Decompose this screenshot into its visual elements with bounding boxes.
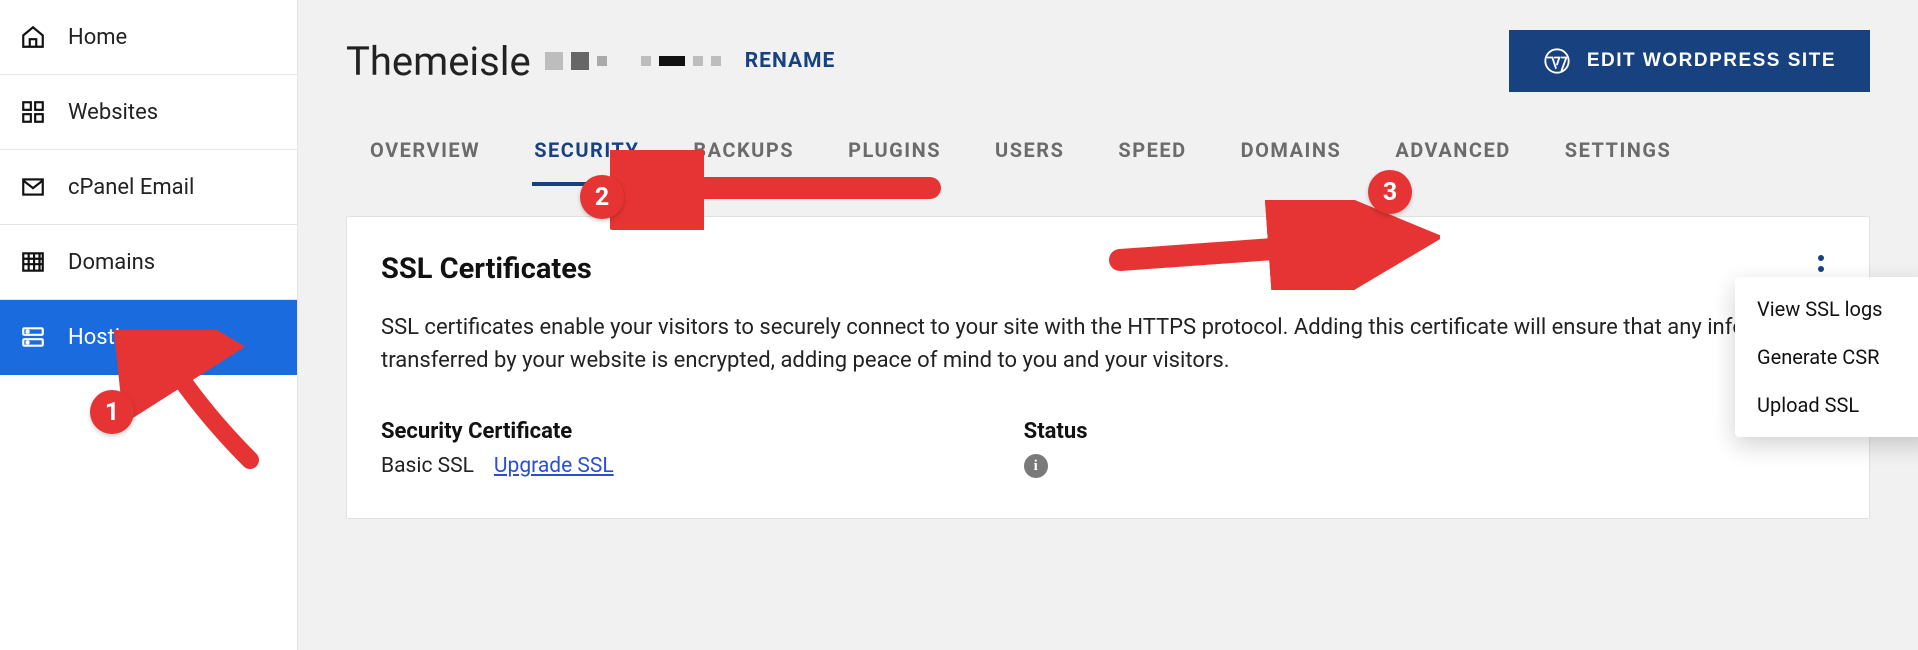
home-icon xyxy=(20,24,46,50)
annotation-badge-1: 1 xyxy=(90,390,134,434)
annotation-badge-2: 2 xyxy=(580,175,624,219)
page-header: Themeisle RENAME EDIT WORDPRESS SITE xyxy=(346,30,1870,92)
tabs: OVERVIEW SECURITY BACKUPS PLUGINS USERS … xyxy=(346,110,1870,186)
card-title: SSL Certificates xyxy=(381,252,592,286)
upgrade-ssl-link[interactable]: Upgrade SSL xyxy=(494,454,614,478)
site-title-group: Themeisle RENAME xyxy=(346,38,835,85)
tab-speed[interactable]: SPEED xyxy=(1116,132,1188,186)
sidebar-item-label: Websites xyxy=(68,100,158,125)
sidebar-item-home[interactable]: Home xyxy=(0,0,297,75)
sidebar-item-hosting[interactable]: Hosting xyxy=(0,300,297,375)
cert-value: Basic SSL xyxy=(381,454,474,478)
sidebar-item-domains[interactable]: Domains xyxy=(0,225,297,300)
ssl-certificates-card: SSL Certificates SSL certificates enable… xyxy=(346,216,1870,519)
info-icon[interactable]: i xyxy=(1024,454,1048,478)
sidebar-item-label: cPanel Email xyxy=(68,175,194,200)
tab-overview[interactable]: OVERVIEW xyxy=(368,132,482,186)
censored-text xyxy=(545,52,721,70)
sidebar-item-label: Home xyxy=(68,25,127,50)
card-description: SSL certificates enable your visitors to… xyxy=(381,311,1835,377)
site-name: Themeisle xyxy=(346,38,531,85)
menu-view-ssl-logs[interactable]: View SSL logs xyxy=(1735,285,1918,333)
annotation-badge-3: 3 xyxy=(1368,170,1412,214)
mail-icon xyxy=(20,174,46,200)
security-certificate-column: Security Certificate Basic SSL Upgrade S… xyxy=(381,419,614,478)
tab-backups[interactable]: BACKUPS xyxy=(691,132,796,186)
tab-security[interactable]: SECURITY xyxy=(532,132,641,186)
hosting-icon xyxy=(20,324,46,350)
sidebar-item-label: Domains xyxy=(68,250,155,275)
edit-wordpress-label: EDIT WORDPRESS SITE xyxy=(1587,50,1836,72)
domains-icon xyxy=(20,249,46,275)
tab-domains[interactable]: DOMAINS xyxy=(1239,132,1344,186)
rename-link[interactable]: RENAME xyxy=(745,49,836,73)
edit-wordpress-button[interactable]: EDIT WORDPRESS SITE xyxy=(1509,30,1870,92)
menu-generate-csr[interactable]: Generate CSR xyxy=(1735,333,1918,381)
ssl-menu-dropdown: View SSL logs Generate CSR Upload SSL xyxy=(1735,277,1918,437)
cert-label: Security Certificate xyxy=(381,419,614,444)
sidebar-item-cpanel-email[interactable]: cPanel Email xyxy=(0,150,297,225)
tab-advanced[interactable]: ADVANCED xyxy=(1393,132,1512,186)
sidebar-item-websites[interactable]: Websites xyxy=(0,75,297,150)
tab-plugins[interactable]: PLUGINS xyxy=(846,132,943,186)
status-label: Status xyxy=(1024,419,1088,444)
main-content: Themeisle RENAME EDIT WORDPRESS SITE OVE… xyxy=(298,0,1918,650)
sidebar: Home Websites cPanel Email Domains Hosti… xyxy=(0,0,298,650)
sidebar-item-label: Hosting xyxy=(68,325,145,350)
tab-users[interactable]: USERS xyxy=(993,132,1066,186)
tab-settings[interactable]: SETTINGS xyxy=(1563,132,1674,186)
status-column: Status i xyxy=(1024,419,1088,478)
wordpress-icon xyxy=(1543,47,1571,75)
grid-icon xyxy=(20,99,46,125)
menu-upload-ssl[interactable]: Upload SSL xyxy=(1735,381,1918,429)
